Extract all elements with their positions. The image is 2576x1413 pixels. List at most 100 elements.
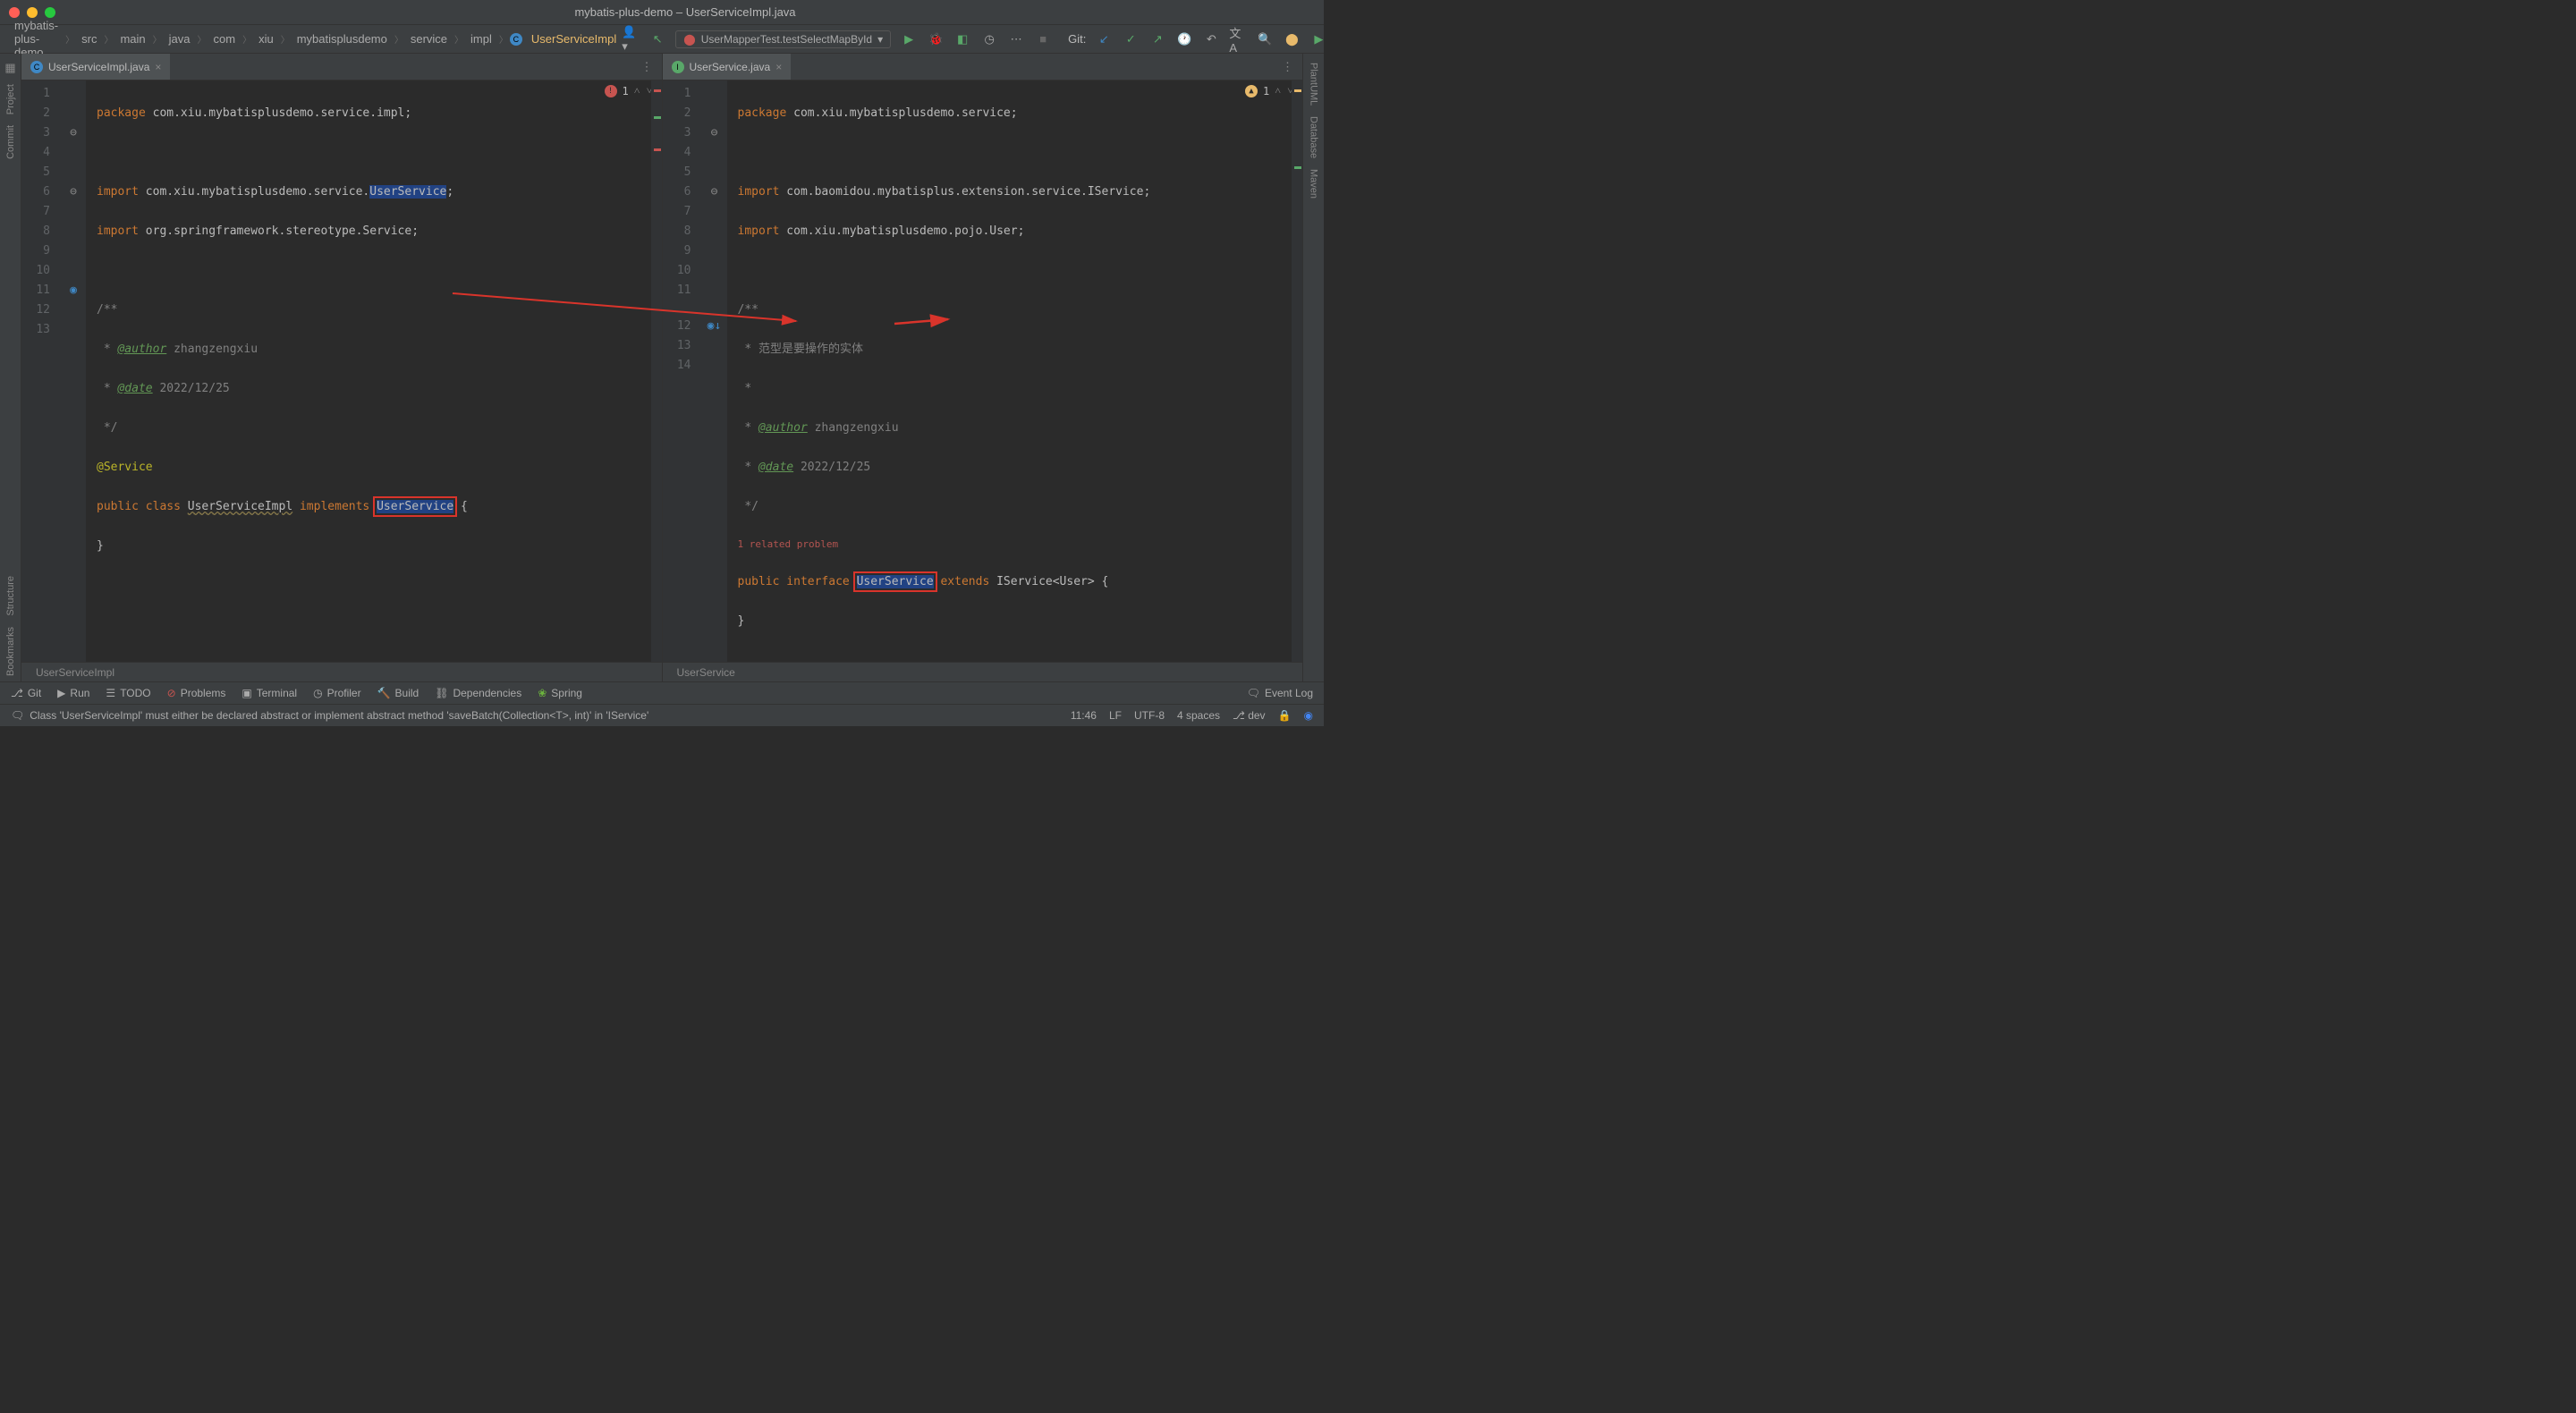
editor-right[interactable]: 1234567891011121314 ⊖⊖◉↓ package com.xiu… [663,80,1303,662]
implemented-by-gutter-icon[interactable]: ◉↓ [708,317,722,336]
tool-project[interactable]: Project [4,79,18,120]
caret-position[interactable]: 11:46 [1071,709,1097,722]
warn-badge-icon: ▲ [1245,85,1258,97]
tool-dependencies[interactable]: ⛓Dependencies [435,687,521,699]
debug-icon[interactable]: 🐞 [927,30,945,48]
back-icon[interactable]: ↖ [648,30,666,48]
git-pull-icon[interactable]: ↙ [1095,30,1113,48]
tool-bookmarks[interactable]: Bookmarks [4,622,18,681]
editor-split: C UserServiceImpl.java × ⋮ 1234567891011… [21,54,1302,681]
indent-config[interactable]: 4 spaces [1177,709,1220,722]
run-config-selector[interactable]: ⬤ UserMapperTest.testSelectMapById ▾ [675,30,891,48]
editor-pane-left: C UserServiceImpl.java × ⋮ 1234567891011… [21,54,663,681]
code-right[interactable]: package com.xiu.mybatisplusdemo.service;… [727,80,1303,662]
tool-terminal[interactable]: ▣Terminal [242,687,297,699]
git-push-icon[interactable]: ↗ [1148,30,1166,48]
tool-structure[interactable]: Structure [4,571,18,622]
chrome-icon[interactable]: ◉ [1304,709,1313,722]
tool-commit[interactable]: Commit [4,120,18,165]
inspection-right[interactable]: ▲ 1 ˄ ˅ [1245,84,1293,97]
status-message: Class 'UserServiceImpl' must either be d… [30,709,648,722]
statusbar: 🗨 Class 'UserServiceImpl' must either be… [0,704,1324,726]
gutter-icons-left: ⊖⊖◉ [61,80,86,662]
crumb-src[interactable]: src [76,30,102,47]
bottom-toolbar: ⎇Git ▶Run ☰TODO ⊘Problems ▣Terminal ◷Pro… [0,681,1324,704]
tool-todo[interactable]: ☰TODO [106,687,150,699]
crumb-xiu[interactable]: xiu [253,30,279,47]
minimize-window[interactable] [27,7,38,18]
tool-database[interactable]: Database [1307,111,1321,164]
crumb-service[interactable]: service [405,30,453,47]
interface-icon: I [672,61,684,73]
crumb-java[interactable]: java [164,30,196,47]
tool-profiler[interactable]: ◷Profiler [313,687,361,699]
code-left[interactable]: package com.xiu.mybatisplusdemo.service.… [86,80,662,662]
crumb-pkg[interactable]: mybatisplusdemo [292,30,393,47]
marker-stripe-left[interactable] [651,80,662,662]
tool-git[interactable]: ⎇Git [11,687,41,699]
line-separator[interactable]: LF [1109,709,1122,722]
run-config-label: UserMapperTest.testSelectMapById [701,33,872,46]
file-encoding[interactable]: UTF-8 [1134,709,1165,722]
marker-stripe-right[interactable] [1292,80,1302,662]
editor-pane-right: I UserService.java × ⋮ 12345678910111213… [663,54,1303,681]
left-tool-stripe: ▦ Project Commit Structure Bookmarks [0,54,21,681]
run-icon[interactable]: ▶ [900,30,918,48]
gutter-right: 1234567891011121314 [663,80,702,662]
tab-filename: UserServiceImpl.java [48,61,149,73]
jetbrains-toolbox-icon[interactable]: ▶ [1309,30,1327,48]
class-icon: C [30,61,43,73]
git-label: Git: [1068,32,1086,46]
navbar: mybatis-plus-demo〉 src〉 main〉 java〉 com〉… [0,25,1324,54]
git-history-icon[interactable]: 🕐 [1175,30,1193,48]
lock-icon[interactable]: 🔒 [1278,709,1292,722]
tool-eventlog[interactable]: 🗨Event Log [1247,687,1313,699]
user-icon[interactable]: 👤▾ [622,30,640,48]
tool-problems[interactable]: ⊘Problems [167,687,226,699]
implements-userservice-highlight: UserService [377,500,453,513]
right-tool-stripe: PlantUML Database Maven [1302,54,1324,681]
ide-update-icon[interactable]: ⬤ [1283,30,1301,48]
inspection-left[interactable]: ! 1 ˄ ˅ [605,84,653,97]
translate-icon[interactable]: 文A [1229,30,1247,48]
tool-run[interactable]: ▶Run [57,687,89,699]
crumb-main[interactable]: main [114,30,150,47]
tab-userservice[interactable]: I UserService.java × [663,54,792,80]
tool-plantuml[interactable]: PlantUML [1307,57,1321,111]
tool-maven[interactable]: Maven [1307,164,1321,204]
related-problems-hint[interactable]: 1 related problem [738,537,1303,553]
project-tool-icon[interactable]: ▦ [4,57,15,79]
zoom-window[interactable] [45,7,55,18]
stop-icon[interactable]: ■ [1034,30,1052,48]
crumb-impl[interactable]: impl [465,30,497,47]
error-badge-icon: ! [605,85,617,97]
close-tab-icon[interactable]: × [155,61,161,73]
git-branch[interactable]: ⎇ dev [1233,709,1266,722]
crumb-class[interactable]: UserServiceImpl [526,30,622,47]
more-run-icon[interactable]: ⋯ [1007,30,1025,48]
implements-gutter-icon[interactable]: ◉ [70,281,77,300]
interface-userservice-highlight: UserService [857,575,934,588]
nav-bottom-right: UserService [663,662,1303,681]
tab-bar-right: I UserService.java × ⋮ [663,54,1303,80]
tool-build[interactable]: 🔨Build [377,687,419,699]
nav-bottom-left: UserServiceImpl [21,662,662,681]
tab-more-icon[interactable]: ⋮ [632,60,662,74]
search-icon[interactable]: 🔍 [1256,30,1274,48]
gutter-icons-right: ⊖⊖◉↓ [702,80,727,662]
class-name: UserServiceImpl [188,500,292,513]
gutter-left: 12345678910111213 [21,80,61,662]
git-rollback-icon[interactable]: ↶ [1202,30,1220,48]
crumb-com[interactable]: com [208,30,242,47]
coverage-icon[interactable]: ◧ [953,30,971,48]
git-commit-icon[interactable]: ✓ [1122,30,1140,48]
profiler-icon[interactable]: ◷ [980,30,998,48]
editor-left[interactable]: 12345678910111213 ⊖⊖◉ package com.xiu.my… [21,80,662,662]
close-window[interactable] [9,7,20,18]
close-tab-icon[interactable]: × [775,61,782,73]
tab-userserviceimpl[interactable]: C UserServiceImpl.java × [21,54,170,80]
tab-bar-left: C UserServiceImpl.java × ⋮ [21,54,662,80]
tab-more-icon[interactable]: ⋮ [1273,60,1302,74]
status-icon: 🗨 [11,709,24,722]
tool-spring[interactable]: ❀Spring [538,687,582,699]
